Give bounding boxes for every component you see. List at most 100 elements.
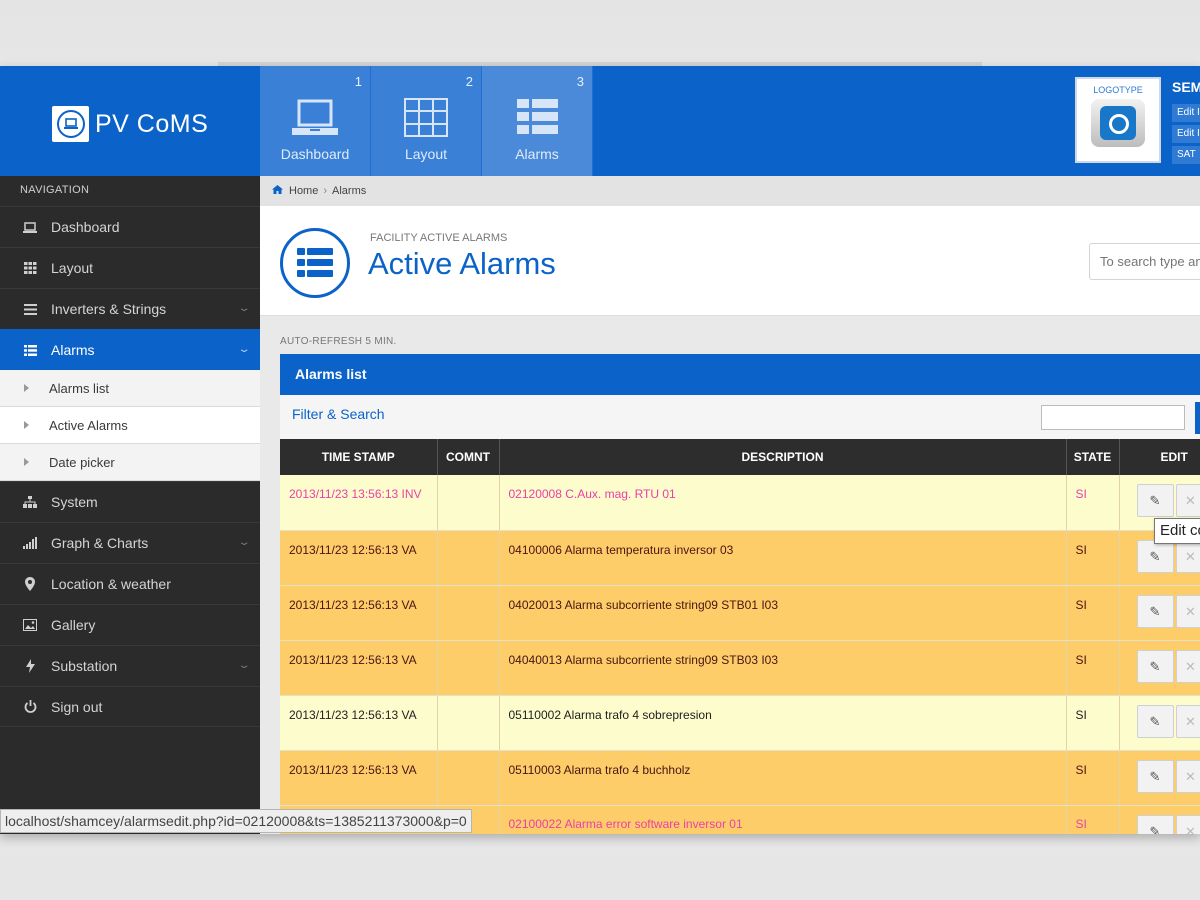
pencil-icon[interactable]: ✎	[1136, 814, 1174, 834]
close-icon[interactable]: ✕	[1175, 539, 1200, 573]
tile-label: Alarms	[515, 146, 559, 162]
laptop-icon	[292, 99, 338, 135]
cell-timestamp: 2013/11/23 12:56:13 VA	[280, 640, 438, 696]
cell-comment	[437, 585, 500, 641]
pencil-icon[interactable]: ✎	[1136, 704, 1174, 738]
cell-edit: ✎ ✕	[1119, 750, 1200, 806]
quick-tiles: 1 Dashboard 2 Layout 3 Alarms	[260, 66, 593, 176]
sidebar-item-system[interactable]: System	[0, 481, 260, 522]
submenu-label: Date picker	[49, 454, 115, 470]
edit-settings-button[interactable]: Edit I	[1172, 125, 1200, 143]
sidebar-item-dashboard[interactable]: Dashboard	[0, 206, 260, 247]
table-row[interactable]: 2013/11/23 12:56:13 VA 04100006 Alarma t…	[280, 530, 1200, 586]
filter-button[interactable]	[1195, 402, 1200, 434]
close-icon[interactable]: ✕	[1175, 594, 1200, 628]
submenu-label: Alarms list	[49, 380, 109, 396]
sidebar-item-substation[interactable]: Substation ⌄	[0, 645, 260, 686]
sidebar-item-label: Gallery	[51, 617, 96, 633]
cell-state: SI	[1066, 585, 1120, 641]
submenu-label: Active Alarms	[49, 417, 128, 433]
table-row[interactable]: 2013/11/23 12:56:13 VA 04040013 Alarma s…	[280, 640, 1200, 696]
caret-right-icon	[24, 384, 29, 392]
filter-bar: Filter & Search	[280, 395, 1200, 439]
table-row[interactable]: 2013/11/23 12:56:13 VA 05110002 Alarma t…	[280, 695, 1200, 751]
submenu-active-alarms[interactable]: Active Alarms	[0, 407, 260, 444]
sidebar-item-label: System	[51, 494, 98, 510]
table-row[interactable]: 2013/11/23 13:56:13 INV 02120008 C.Aux. …	[280, 475, 1200, 531]
list-icon	[280, 228, 350, 298]
sidebar-item-graph-charts[interactable]: Graph & Charts ⌄	[0, 522, 260, 563]
pencil-icon[interactable]: ✎	[1136, 759, 1174, 793]
close-icon[interactable]: ✕	[1175, 704, 1200, 738]
close-icon[interactable]: ✕	[1175, 649, 1200, 683]
filter-search-link[interactable]: Filter & Search	[292, 406, 385, 422]
sidebar-item-label: Inverters & Strings	[51, 301, 167, 317]
cell-comment	[437, 475, 500, 531]
column-header-comment[interactable]: COMNT	[437, 439, 500, 475]
breadcrumb-home[interactable]: Home	[289, 185, 318, 197]
chevron-down-icon: ⌄	[237, 537, 251, 548]
app-window: PV CoMS 1 Dashboard 2 Layout 3 Alarms LO…	[0, 66, 1200, 834]
edit-profile-button[interactable]: Edit I	[1172, 104, 1200, 122]
grid-icon	[404, 98, 448, 137]
bolt-icon	[22, 658, 38, 674]
alarms-table: TIME STAMP COMNT DESCRIPTION STATE EDIT …	[280, 439, 1200, 834]
panel-title: Alarms list	[280, 354, 1200, 395]
cell-comment	[437, 640, 500, 696]
cell-description: 02120008 C.Aux. mag. RTU 01	[499, 475, 1067, 531]
brand-name: PV CoMS	[95, 109, 209, 138]
sidebar-item-alarms[interactable]: Alarms ⌄	[0, 329, 260, 370]
column-header-timestamp[interactable]: TIME STAMP	[280, 439, 438, 475]
submenu-date-picker[interactable]: Date picker	[0, 444, 260, 481]
cell-comment	[437, 750, 500, 806]
breadcrumb: Home › Alarms	[260, 176, 1200, 206]
cell-state: SI	[1066, 695, 1120, 751]
edit-tooltip: Edit co	[1154, 518, 1200, 544]
sidebar-item-label: Graph & Charts	[51, 535, 149, 551]
list-icon	[517, 99, 558, 134]
pencil-icon[interactable]: ✎	[1136, 539, 1174, 573]
column-header-edit: EDIT	[1119, 439, 1200, 475]
grid-icon	[22, 260, 38, 276]
cell-timestamp: 2013/11/23 13:56:13 INV	[280, 475, 438, 531]
logo-app-icon	[1091, 99, 1145, 147]
pencil-icon[interactable]: ✎	[1136, 484, 1174, 517]
page-title: Active Alarms	[368, 246, 556, 281]
cell-state: SI	[1066, 475, 1120, 531]
sidebar-item-location-weather[interactable]: Location & weather	[0, 563, 260, 604]
caret-right-icon	[24, 421, 29, 429]
submenu-alarms-list[interactable]: Alarms list	[0, 370, 260, 407]
chevron-down-icon: ⌄	[237, 660, 251, 671]
laptop-icon	[22, 219, 38, 235]
sidebar-item-inverters-strings[interactable]: Inverters & Strings ⌄	[0, 288, 260, 329]
tile-layout[interactable]: 2 Layout	[371, 66, 482, 176]
filter-input[interactable]	[1041, 405, 1185, 430]
tile-dashboard[interactable]: 1 Dashboard	[260, 66, 371, 176]
search-input[interactable]	[1089, 243, 1200, 280]
sidebar-item-label: Dashboard	[51, 219, 120, 235]
close-icon[interactable]: ✕	[1175, 814, 1200, 834]
cell-description: 02100022 Alarma error software inversor …	[499, 805, 1067, 834]
column-header-state[interactable]: STATE	[1066, 439, 1120, 475]
breadcrumb-current: Alarms	[332, 185, 367, 197]
sidebar-item-gallery[interactable]: Gallery	[0, 604, 260, 645]
pencil-icon[interactable]: ✎	[1136, 594, 1174, 628]
column-header-description[interactable]: DESCRIPTION	[499, 439, 1067, 475]
cell-edit: ✎ ✕	[1119, 640, 1200, 696]
sat-button[interactable]: SAT	[1172, 146, 1200, 164]
table-row[interactable]: 2013/11/23 12:56:13 VA 05110003 Alarma t…	[280, 750, 1200, 806]
brand[interactable]: PV CoMS	[52, 106, 208, 142]
tile-number: 1	[354, 74, 362, 89]
company-logo[interactable]: LOGOTYPE	[1075, 77, 1161, 163]
close-icon[interactable]: ✕	[1175, 484, 1200, 517]
sidebar-item-sign-out[interactable]: Sign out	[0, 686, 260, 727]
tile-alarms[interactable]: 3 Alarms	[482, 66, 593, 176]
auto-refresh-label: AUTO-REFRESH 5 MIN.	[280, 336, 397, 347]
chevron-down-icon: ⌄	[237, 344, 251, 355]
sidebar-item-layout[interactable]: Layout	[0, 247, 260, 288]
close-icon[interactable]: ✕	[1175, 759, 1200, 793]
nav-heading: NAVIGATION	[20, 184, 90, 196]
tile-number: 2	[465, 74, 473, 89]
pencil-icon[interactable]: ✎	[1136, 649, 1174, 683]
table-row[interactable]: 2013/11/23 12:56:13 VA 04020013 Alarma s…	[280, 585, 1200, 641]
